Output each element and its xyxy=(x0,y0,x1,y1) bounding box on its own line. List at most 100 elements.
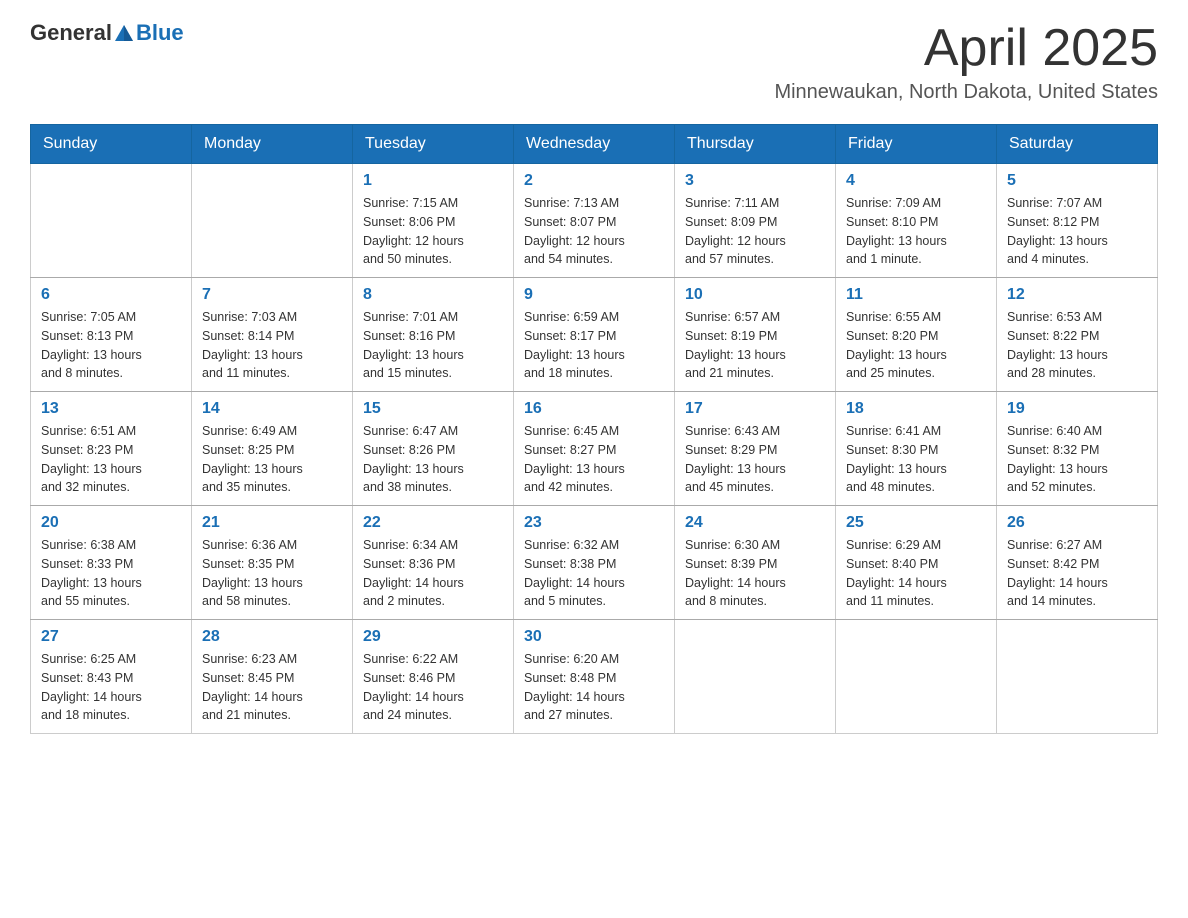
logo-general-text: General xyxy=(30,20,112,46)
month-title: April 2025 xyxy=(774,20,1158,77)
day-number: 7 xyxy=(202,286,342,304)
calendar-cell: 23Sunrise: 6:32 AM Sunset: 8:38 PM Dayli… xyxy=(514,506,675,620)
day-info: Sunrise: 6:53 AM Sunset: 8:22 PM Dayligh… xyxy=(1007,308,1147,383)
calendar-header-row: SundayMondayTuesdayWednesdayThursdayFrid… xyxy=(31,125,1158,164)
calendar-cell: 3 Sunrise: 7:11 AM Sunset: 8:09 PM Daylig… xyxy=(675,164,836,278)
day-number: 12 xyxy=(1007,286,1147,304)
calendar-week-row: 6 Sunrise: 7:05 AM Sunset: 8:13 PM Daylig… xyxy=(31,278,1158,392)
calendar-cell: 22 Sunrise: 6:34 AM Sunset: 8:36 PM Dayli… xyxy=(353,506,514,620)
calendar-cell: 8 Sunrise: 7:01 AM Sunset: 8:16 PM Daylig… xyxy=(353,278,514,392)
day-info: Sunrise: 6:30 AM Sunset: 8:39 PM Dayligh… xyxy=(685,536,825,611)
day-number: 26 xyxy=(1007,514,1147,532)
day-info: Sunrise: 7:11 AM Sunset: 8:09 PM Dayligh… xyxy=(685,194,825,269)
day-of-week-header: Sunday xyxy=(31,125,192,164)
day-info: Sunrise: 7:07 AM Sunset: 8:12 PM Dayligh… xyxy=(1007,194,1147,269)
calendar-cell: 17Sunrise: 6:43 AM Sunset: 8:29 PM Dayli… xyxy=(675,392,836,506)
calendar-week-row: 13Sunrise: 6:51 AM Sunset: 8:23 PM Dayli… xyxy=(31,392,1158,506)
day-number: 19 xyxy=(1007,400,1147,418)
day-of-week-header: Thursday xyxy=(675,125,836,164)
day-number: 22 xyxy=(363,514,503,532)
day-number: 10 xyxy=(685,286,825,304)
day-of-week-header: Saturday xyxy=(997,125,1158,164)
calendar-cell xyxy=(836,620,997,734)
calendar-cell: 16 Sunrise: 6:45 AM Sunset: 8:27 PM Dayli… xyxy=(514,392,675,506)
day-number: 21 xyxy=(202,514,342,532)
calendar-cell: 11Sunrise: 6:55 AM Sunset: 8:20 PM Dayli… xyxy=(836,278,997,392)
calendar-cell: 27 Sunrise: 6:25 AM Sunset: 8:43 PM Dayli… xyxy=(31,620,192,734)
day-info: Sunrise: 7:05 AM Sunset: 8:13 PM Dayligh… xyxy=(41,308,181,383)
calendar-cell: 15 Sunrise: 6:47 AM Sunset: 8:26 PM Dayli… xyxy=(353,392,514,506)
day-info: Sunrise: 6:49 AM Sunset: 8:25 PM Dayligh… xyxy=(202,422,342,497)
day-number: 18 xyxy=(846,400,986,418)
day-info: Sunrise: 6:47 AM Sunset: 8:26 PM Dayligh… xyxy=(363,422,503,497)
calendar-cell: 29 Sunrise: 6:22 AM Sunset: 8:46 PM Dayli… xyxy=(353,620,514,734)
day-number: 17 xyxy=(685,400,825,418)
logo-blue-text: Blue xyxy=(136,20,184,46)
calendar-cell: 2 Sunrise: 7:13 AM Sunset: 8:07 PM Daylig… xyxy=(514,164,675,278)
day-info: Sunrise: 6:38 AM Sunset: 8:33 PM Dayligh… xyxy=(41,536,181,611)
day-info: Sunrise: 6:20 AM Sunset: 8:48 PM Dayligh… xyxy=(524,650,664,725)
logo: General Blue xyxy=(30,20,184,46)
calendar-cell: 25Sunrise: 6:29 AM Sunset: 8:40 PM Dayli… xyxy=(836,506,997,620)
day-number: 24 xyxy=(685,514,825,532)
calendar-cell xyxy=(997,620,1158,734)
calendar-cell: 5 Sunrise: 7:07 AM Sunset: 8:12 PM Daylig… xyxy=(997,164,1158,278)
day-info: Sunrise: 6:36 AM Sunset: 8:35 PM Dayligh… xyxy=(202,536,342,611)
calendar-week-row: 1Sunrise: 7:15 AM Sunset: 8:06 PM Daylig… xyxy=(31,164,1158,278)
calendar-cell: 12 Sunrise: 6:53 AM Sunset: 8:22 PM Dayli… xyxy=(997,278,1158,392)
calendar-cell xyxy=(192,164,353,278)
calendar-cell: 1Sunrise: 7:15 AM Sunset: 8:06 PM Daylig… xyxy=(353,164,514,278)
day-info: Sunrise: 7:15 AM Sunset: 8:06 PM Dayligh… xyxy=(363,194,503,269)
day-info: Sunrise: 7:01 AM Sunset: 8:16 PM Dayligh… xyxy=(363,308,503,383)
day-number: 3 xyxy=(685,172,825,190)
day-number: 16 xyxy=(524,400,664,418)
calendar-week-row: 27 Sunrise: 6:25 AM Sunset: 8:43 PM Dayli… xyxy=(31,620,1158,734)
day-number: 5 xyxy=(1007,172,1147,190)
day-info: Sunrise: 6:29 AM Sunset: 8:40 PM Dayligh… xyxy=(846,536,986,611)
day-info: Sunrise: 7:03 AM Sunset: 8:14 PM Dayligh… xyxy=(202,308,342,383)
calendar-cell: 7 Sunrise: 7:03 AM Sunset: 8:14 PM Daylig… xyxy=(192,278,353,392)
location-subtitle: Minnewaukan, North Dakota, United States xyxy=(774,81,1158,104)
day-info: Sunrise: 7:13 AM Sunset: 8:07 PM Dayligh… xyxy=(524,194,664,269)
calendar-week-row: 20 Sunrise: 6:38 AM Sunset: 8:33 PM Dayli… xyxy=(31,506,1158,620)
day-number: 13 xyxy=(41,400,181,418)
day-number: 4 xyxy=(846,172,986,190)
calendar-cell: 6 Sunrise: 7:05 AM Sunset: 8:13 PM Daylig… xyxy=(31,278,192,392)
day-info: Sunrise: 6:22 AM Sunset: 8:46 PM Dayligh… xyxy=(363,650,503,725)
day-info: Sunrise: 6:34 AM Sunset: 8:36 PM Dayligh… xyxy=(363,536,503,611)
day-info: Sunrise: 6:45 AM Sunset: 8:27 PM Dayligh… xyxy=(524,422,664,497)
day-number: 29 xyxy=(363,628,503,646)
calendar-cell: 4 Sunrise: 7:09 AM Sunset: 8:10 PM Daylig… xyxy=(836,164,997,278)
day-number: 23 xyxy=(524,514,664,532)
calendar-cell xyxy=(31,164,192,278)
logo-icon xyxy=(113,23,135,43)
day-info: Sunrise: 6:57 AM Sunset: 8:19 PM Dayligh… xyxy=(685,308,825,383)
day-info: Sunrise: 6:41 AM Sunset: 8:30 PM Dayligh… xyxy=(846,422,986,497)
calendar-cell: 24 Sunrise: 6:30 AM Sunset: 8:39 PM Dayli… xyxy=(675,506,836,620)
calendar-cell xyxy=(675,620,836,734)
day-info: Sunrise: 6:23 AM Sunset: 8:45 PM Dayligh… xyxy=(202,650,342,725)
calendar-cell: 26Sunrise: 6:27 AM Sunset: 8:42 PM Dayli… xyxy=(997,506,1158,620)
page-header: General Blue April 2025 Minnewaukan, Nor… xyxy=(30,20,1158,104)
day-number: 6 xyxy=(41,286,181,304)
day-number: 30 xyxy=(524,628,664,646)
day-info: Sunrise: 7:09 AM Sunset: 8:10 PM Dayligh… xyxy=(846,194,986,269)
day-info: Sunrise: 6:25 AM Sunset: 8:43 PM Dayligh… xyxy=(41,650,181,725)
day-number: 28 xyxy=(202,628,342,646)
day-number: 27 xyxy=(41,628,181,646)
day-of-week-header: Tuesday xyxy=(353,125,514,164)
day-info: Sunrise: 6:40 AM Sunset: 8:32 PM Dayligh… xyxy=(1007,422,1147,497)
day-number: 20 xyxy=(41,514,181,532)
calendar-cell: 19 Sunrise: 6:40 AM Sunset: 8:32 PM Dayli… xyxy=(997,392,1158,506)
day-number: 8 xyxy=(363,286,503,304)
day-number: 14 xyxy=(202,400,342,418)
day-number: 15 xyxy=(363,400,503,418)
day-info: Sunrise: 6:59 AM Sunset: 8:17 PM Dayligh… xyxy=(524,308,664,383)
day-of-week-header: Friday xyxy=(836,125,997,164)
day-number: 2 xyxy=(524,172,664,190)
calendar-cell: 14 Sunrise: 6:49 AM Sunset: 8:25 PM Dayli… xyxy=(192,392,353,506)
day-of-week-header: Wednesday xyxy=(514,125,675,164)
calendar-cell: 9 Sunrise: 6:59 AM Sunset: 8:17 PM Daylig… xyxy=(514,278,675,392)
day-number: 9 xyxy=(524,286,664,304)
calendar-cell: 10 Sunrise: 6:57 AM Sunset: 8:19 PM Dayli… xyxy=(675,278,836,392)
